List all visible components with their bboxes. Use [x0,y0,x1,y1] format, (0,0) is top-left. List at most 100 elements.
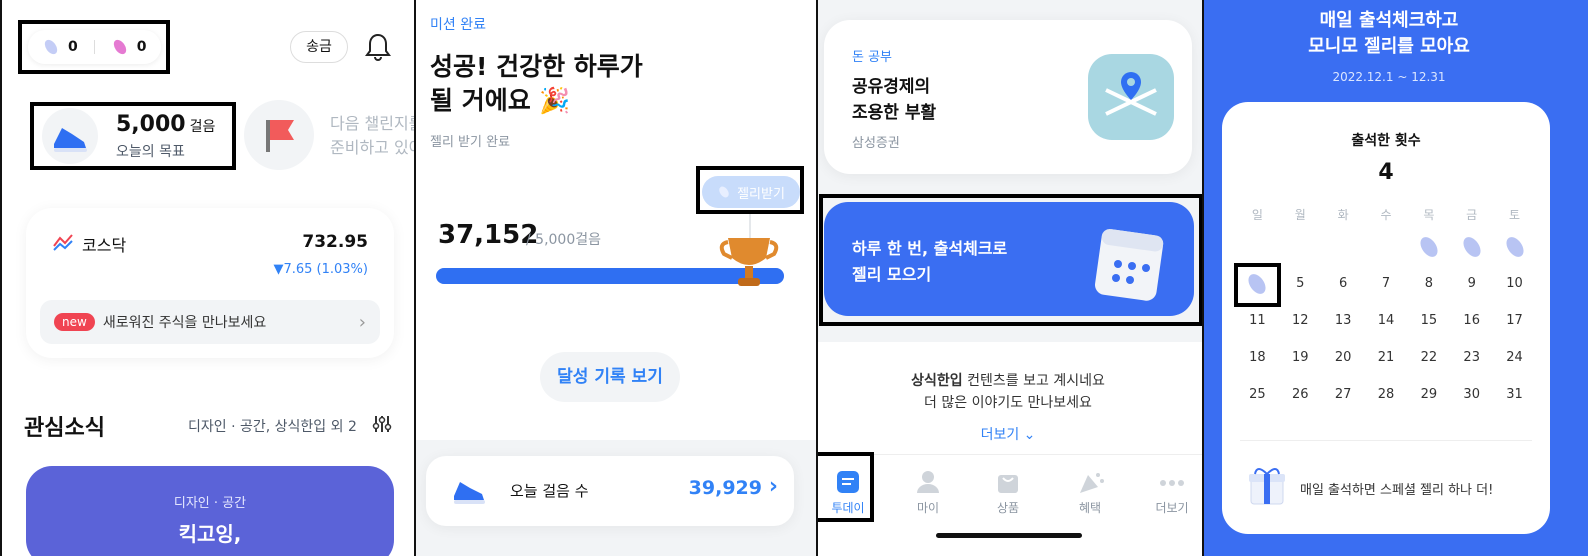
bonus-text: 매일 출석하면 스페셜 젤리 하나 더! [1300,483,1494,498]
more-content-area: 상식한입 컨텐츠를 보고 계시네요 더 많은 이야기도 만나보세요 더보기 ⌄ [818,342,1202,454]
calendar-day: 7 [1381,276,1391,291]
weekday-label: 화 [1337,208,1349,222]
party-icon [1080,473,1104,493]
calendar-day: 16 [1463,313,1480,328]
calendar-day: 28 [1377,387,1395,402]
today-steps-card[interactable]: 오늘 걸음 수 39,929 › [426,456,794,526]
nav-products[interactable]: 상품 [984,469,1032,516]
bag-icon [998,475,1018,493]
highlight-box [818,452,874,522]
nav-label: 상품 [996,501,1020,515]
jelly-stamp-icon [1450,232,1493,262]
nav-benefits[interactable]: 혜택 [1066,469,1114,516]
calendar-day: 11 [1249,313,1266,328]
calendar-day: 22 [1420,350,1438,365]
steps-count: 37,152 [438,220,539,250]
highlight-box [18,20,170,74]
send-button[interactable]: 송금 [290,31,348,63]
calendar-day: 12 [1291,313,1309,328]
new-stocks-banner[interactable]: new 새로워진 주식을 만나보세요 › [40,300,380,344]
view-history-button[interactable]: 달성 기록 보기 [540,352,680,402]
nav-label: 마이 [916,501,940,515]
feature-title: 킥고잉, [178,522,242,546]
weekday-label: 일 [1251,208,1263,222]
more-button[interactable]: 더보기 ⌄ [818,424,1198,444]
home-screen: 0 0 송금 5,000 걸음 오늘의 목표 다음 챌린지를 준비하고 있어 코스닥… [0,0,416,556]
weekday-label: 금 [1466,208,1478,222]
nav-my[interactable]: 마이 [904,469,952,516]
nav-label: 더보기 [1155,501,1189,515]
index-change: ▼7.65 (1.03%) [273,262,368,277]
gift-icon [1248,464,1286,506]
calendar-day: 17 [1506,313,1523,328]
jelly-stamp-icon [1493,232,1536,262]
article-title: 공유경제의 조용한 부활 [852,77,937,123]
new-badge: new [54,313,95,331]
weekday-label: 토 [1509,208,1521,222]
calendar-day: 24 [1506,350,1523,365]
divider [1240,440,1532,441]
calendar-day: 31 [1506,387,1523,402]
article-card[interactable]: 돈 공부 공유경제의 조용한 부활 삼성증권 [824,20,1192,174]
highlight-box [696,166,804,214]
weekday-label: 수 [1380,208,1392,222]
chevron-right-icon: › [768,474,778,499]
calendar-day: 30 [1463,387,1480,402]
highlight-box [30,102,236,170]
index-name: 코스닥 [82,236,127,255]
person-icon [917,471,939,493]
bottom-nav: 투데이 마이 상품 혜택 더보기 [818,454,1202,556]
more-stories-text: 더 많은 이야기도 만나보세요 [924,395,1092,411]
attendance-card: 출석한 횟수 4 일 월 화 수 목 금 토 5 6 7 8 9 10 11 12 13 14 15 16 17 18 1… [1222,102,1550,534]
mission-complete-screen: 미션 완료 성공! 건강한 하루가 될 거에요 🎉 젤리 받기 완료 젤리받기 3… [416,0,818,556]
calendar-day: 13 [1334,313,1352,328]
calendar-day: 10 [1506,276,1523,291]
interest-title: 관심소식 [24,416,105,441]
calendar-day: 8 [1424,276,1433,291]
challenge-icon-bg[interactable] [244,100,314,170]
today-feed-screen: 돈 공부 공유경제의 조용한 부활 삼성증권 하루 한 번, 출석체크로 젤리 모으… [818,0,1204,556]
filter-icon[interactable] [372,414,392,434]
attendance-period: 2022.12.1 ~ 12.31 [1332,70,1446,84]
seen-content-text: 상식한입 컨텐츠를 보고 계시네요 [911,373,1105,389]
chart-line-icon [52,232,74,252]
calendar-day: 25 [1249,387,1266,402]
calendar-day: 21 [1377,350,1395,365]
feature-card[interactable]: 디자인 · 공간 킥고잉, [26,466,394,556]
calendar-day: 19 [1291,350,1309,365]
today-steps-value: 39,929 [688,477,762,499]
interest-tags[interactable]: 디자인 · 공간, 상식한입 외 2 [188,416,357,436]
new-stocks-text: 새로워진 주식을 만나보세요 [102,315,267,331]
calendar-day: 20 [1334,350,1352,365]
trophy-icon [718,232,780,290]
home-indicator [936,533,1082,538]
calendar-day: 15 [1420,313,1438,328]
steps-goal: / 5,000걸음 [526,232,602,248]
sneaker-icon [450,474,490,508]
article-source: 삼성증권 [852,136,900,151]
jelly-stamp-icon [1407,232,1450,262]
calendar-day: 27 [1334,387,1352,402]
calendar-day: 9 [1467,276,1476,291]
more-icon [1160,480,1184,486]
weekday-label: 월 [1294,208,1306,222]
mission-label: 미션 완료 [430,17,486,33]
index-value: 732.95 [302,232,368,252]
attendance-title: 매일 출석체크하고 모니모 젤리를 모아요 [1308,10,1470,57]
jelly-done-label: 젤리 받기 완료 [430,135,511,150]
next-challenge-text: 다음 챌린지를 준비하고 있어 [330,114,416,157]
feature-category: 디자인 · 공간 [173,496,247,511]
calendar-day: 29 [1420,387,1438,402]
kosdaq-card[interactable]: 코스닥 732.95 ▼7.65 (1.03%) new 새로워진 주식을 만나… [26,208,394,358]
calendar-day: 26 [1291,387,1309,402]
highlight-box [1234,263,1281,307]
today-steps-label: 오늘 걸음 수 [510,482,589,500]
nav-more[interactable]: 더보기 [1148,469,1196,516]
map-pin-icon [1088,54,1174,140]
calendar-day: 23 [1463,350,1480,365]
chevron-right-icon: › [358,311,366,333]
calendar-day: 18 [1249,350,1266,365]
attendance-count: 4 [1378,160,1394,185]
bell-icon[interactable] [364,32,392,62]
attendance-screen: 매일 출석체크하고 모니모 젤리를 모아요 2022.12.1 ~ 12.31 출… [1204,0,1588,556]
